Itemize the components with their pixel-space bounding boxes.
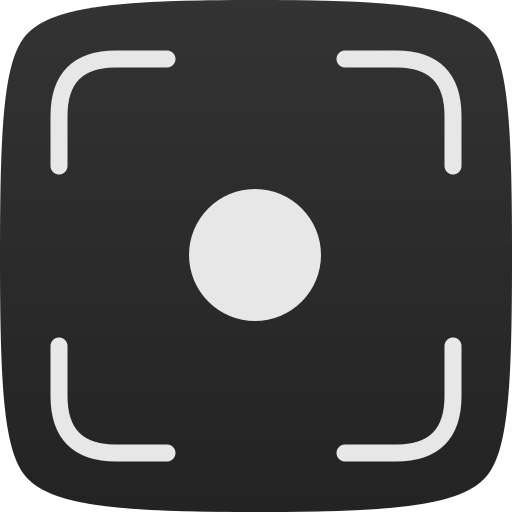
record-dot-icon: [189, 189, 321, 321]
app-icon[interactable]: [0, 0, 512, 512]
app-icon-graphic: [0, 0, 512, 512]
